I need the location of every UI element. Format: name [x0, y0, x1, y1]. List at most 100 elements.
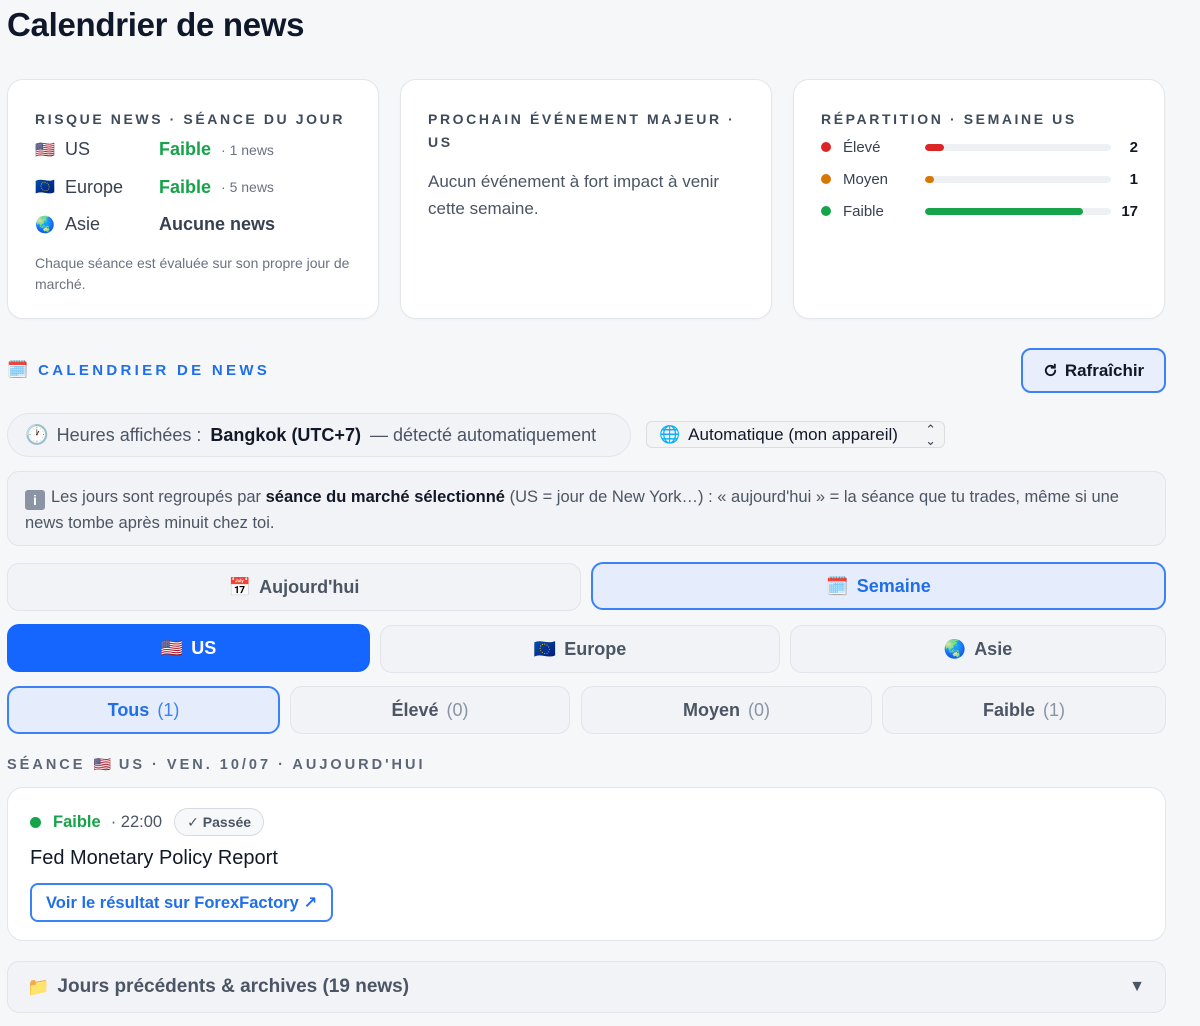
filter-label: Moyen	[682, 699, 740, 720]
tab-market-label: US	[191, 637, 217, 658]
news-impact: Faible	[53, 812, 101, 831]
filter-high[interactable]: Élevé (0)	[290, 686, 570, 734]
risk-row-us: 🇺🇸 US Faible · 1 news	[35, 131, 352, 169]
globe-icon: 🌐	[659, 424, 681, 444]
risk-news-count: · 1 news	[221, 141, 274, 158]
timezone-suffix: — détecté automatiquement	[369, 424, 597, 445]
medium-impact-dot	[821, 174, 831, 184]
tab-today[interactable]: 📅 Aujourd'hui	[7, 563, 581, 611]
filter-medium[interactable]: Moyen (0)	[581, 686, 872, 734]
filter-count: (1)	[1043, 699, 1065, 720]
calendar-section-header: 🗓️ CALENDRIER DE NEWS	[7, 360, 270, 380]
distribution-card: RÉPARTITION · SEMAINE US Élevé 2 Moyen 1…	[793, 79, 1165, 319]
eu-flag-icon: 🇪🇺	[35, 179, 55, 197]
distribution-bar	[925, 143, 1111, 151]
calendar-week-icon: 🗓️	[826, 575, 849, 596]
low-impact-dot	[821, 206, 831, 216]
us-flag-icon: 🇺🇸	[160, 637, 184, 658]
distribution-count: 2	[1129, 138, 1138, 156]
refresh-button[interactable]: Rafraîchir	[1021, 348, 1166, 393]
globe-asia-icon: 🌏	[35, 216, 55, 234]
session-heading: SÉANCE 🇺🇸 US · VEN. 10/07 · AUJOURD'HUI	[7, 756, 426, 773]
timezone-select[interactable]: 🌐 Automatique (mon appareil) ⌃ ⌄	[646, 421, 945, 448]
timezone-display: 🕐 Heures affichées : Bangkok (UTC+7) — d…	[7, 413, 631, 457]
risk-level: Faible	[159, 139, 212, 160]
tab-market-asia[interactable]: 🌏 Asie	[790, 625, 1166, 673]
tab-market-label: Asie	[974, 638, 1013, 659]
forexfactory-link[interactable]: Voir le résultat sur ForexFactory ↗	[30, 883, 334, 922]
filter-label: Tous	[107, 699, 150, 720]
archive-toggle[interactable]: 📁 Jours précédents & archives (19 news) …	[7, 961, 1166, 1013]
tab-market-us[interactable]: 🇺🇸 US	[7, 624, 370, 672]
info-text-1: Les jours sont regroupés par	[51, 488, 266, 506]
distribution-count: 17	[1121, 202, 1138, 220]
risk-card: RISQUE NEWS · SÉANCE DU JOUR 🇺🇸 US Faibl…	[7, 79, 379, 319]
filter-all[interactable]: Tous (1)	[7, 686, 280, 734]
info-text-bold: séance du marché sélectionné	[265, 488, 505, 506]
us-flag-icon: 🇺🇸	[93, 756, 111, 772]
globe-asia-icon: 🌏	[943, 638, 967, 659]
tab-market-label: Europe	[564, 638, 627, 659]
tab-market-europe[interactable]: 🇪🇺 Europe	[380, 625, 780, 673]
risk-market-name: Europe	[65, 176, 124, 197]
tab-today-label: Aujourd'hui	[259, 576, 360, 597]
clock-icon: 🕐	[25, 425, 49, 446]
info-icon: i	[25, 490, 45, 510]
risk-market-name: US	[65, 139, 91, 160]
page: Calendrier de news RISQUE NEWS · SÉANCE …	[0, 0, 1200, 1026]
calendar-section-title: CALENDRIER DE NEWS	[38, 361, 271, 379]
timezone-select-value: Automatique (mon appareil)	[688, 424, 898, 444]
risk-row-asia: 🌏 Asie Aucune news	[35, 206, 352, 244]
distribution-name: Faible	[843, 202, 884, 220]
risk-card-label: RISQUE NEWS · SÉANCE DU JOUR	[35, 111, 346, 127]
status-badge: ✓ Passée	[174, 808, 265, 836]
distribution-name: Moyen	[843, 170, 889, 188]
page-title: Calendrier de news	[7, 6, 305, 43]
distribution-label: RÉPARTITION · SEMAINE US	[821, 111, 1077, 127]
news-time: · 22:00	[110, 812, 163, 831]
distribution-row-high: Élevé 2	[821, 131, 1138, 163]
filter-count: (1)	[157, 699, 180, 720]
distribution-row-low: Faible 17	[821, 195, 1138, 227]
next-event-text: Aucun événement à fort impact à venir ce…	[428, 172, 720, 218]
session-prefix: SÉANCE	[7, 756, 86, 773]
filter-count: (0)	[748, 699, 770, 720]
filter-label: Faible	[982, 699, 1035, 720]
us-flag-icon: 🇺🇸	[35, 141, 55, 159]
expand-arrow-icon: ▼	[1129, 978, 1145, 995]
news-title: Fed Monetary Policy Report	[30, 847, 278, 869]
eu-flag-icon: 🇪🇺	[533, 638, 557, 659]
archive-label: Jours précédents & archives (19 news)	[57, 976, 410, 997]
refresh-icon	[1044, 363, 1056, 377]
filter-count: (0)	[446, 699, 469, 720]
session-detail: US · VEN. 10/07 · AUJOURD'HUI	[118, 756, 426, 773]
calendar-day-icon: 📅	[228, 576, 252, 597]
risk-level: Aucune news	[159, 214, 276, 235]
filter-low[interactable]: Faible (1)	[882, 686, 1166, 734]
status-label: Passée	[202, 814, 252, 830]
next-event-card: PROCHAIN ÉVÉNEMENT MAJEUR · US Aucun évé…	[400, 79, 772, 319]
filter-label: Élevé	[391, 699, 439, 720]
risk-news-count: · 5 news	[221, 179, 274, 196]
tab-week[interactable]: 🗓️ Semaine	[591, 562, 1166, 610]
folder-icon: 📁	[27, 976, 50, 997]
calendar-icon: 🗓️	[7, 360, 29, 379]
next-event-label: PROCHAIN ÉVÉNEMENT MAJEUR · US	[428, 111, 736, 150]
distribution-name: Élevé	[843, 138, 881, 156]
news-meta: Faible · 22:00 ✓ Passée	[30, 807, 1143, 837]
refresh-label: Rafraîchir	[1064, 360, 1145, 380]
distribution-bar-fill	[925, 175, 935, 183]
high-impact-dot	[821, 142, 831, 152]
risk-card-note: Chaque séance est évaluée sur son propre…	[35, 254, 350, 292]
distribution-row-medium: Moyen 1	[821, 163, 1138, 195]
distribution-count: 1	[1129, 170, 1138, 188]
distribution-bar	[925, 207, 1111, 215]
risk-market-name: Asie	[65, 214, 101, 235]
select-chevron-icon: ⌃ ⌄	[925, 422, 936, 448]
low-impact-dot	[30, 816, 41, 828]
news-item: Faible · 22:00 ✓ Passée Fed Monetary Pol…	[7, 787, 1166, 941]
distribution-bar-fill	[925, 143, 944, 151]
grouping-info: i Les jours sont regroupés par séance du …	[7, 471, 1166, 546]
timezone-prefix: Heures affichées :	[56, 424, 202, 445]
distribution-bar	[925, 175, 1111, 183]
